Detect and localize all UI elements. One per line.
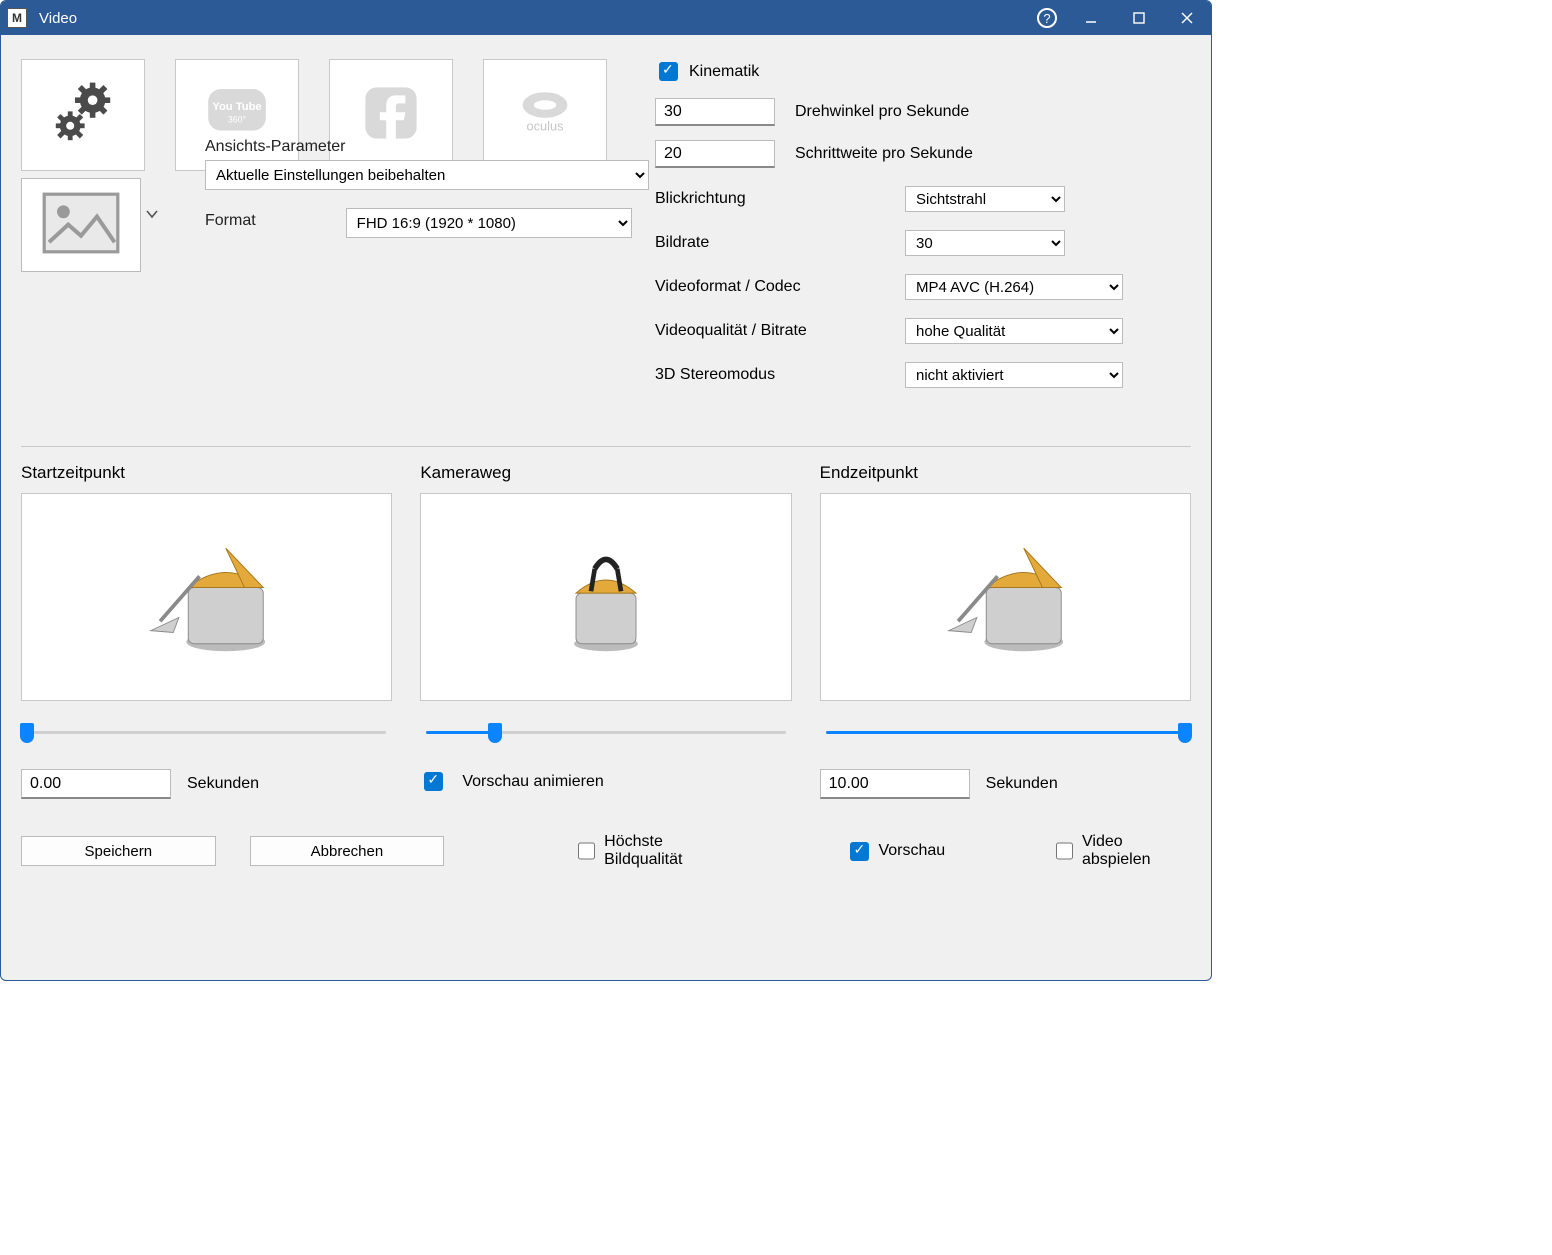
- image-placeholder-icon: [41, 191, 121, 260]
- divider: [21, 446, 1191, 447]
- end-preview: [820, 493, 1191, 701]
- timeline-end: Endzeitpunkt: [820, 463, 1191, 799]
- start-preview: [21, 493, 392, 701]
- save-button[interactable]: Speichern: [21, 836, 216, 866]
- model-side-icon: [910, 520, 1100, 675]
- model-side-icon: [112, 520, 302, 675]
- cancel-button[interactable]: Abbrechen: [250, 836, 445, 866]
- timeline-camera: Kameraweg: [420, 463, 791, 799]
- start-slider[interactable]: [21, 719, 392, 745]
- timeline: Startzeitpunkt: [21, 463, 1191, 799]
- preview-checkbox[interactable]: [850, 842, 869, 861]
- view-params-select[interactable]: Aktuelle Einstellungen beibehalten: [205, 160, 649, 190]
- footer: Speichern Abbrechen Höchste Bildqualität…: [21, 833, 1191, 869]
- start-time-input[interactable]: [21, 769, 171, 799]
- best-quality-label: Höchste Bildqualität: [604, 833, 740, 869]
- app-icon: M: [7, 8, 27, 28]
- preview-animate-label: Vorschau animieren: [462, 773, 603, 791]
- angle-label: Drehwinkel pro Sekunde: [795, 103, 969, 121]
- preview-animate-checkbox[interactable]: [424, 772, 443, 791]
- minimize-button[interactable]: [1067, 1, 1115, 35]
- end-unit: Sekunden: [986, 775, 1058, 793]
- play-video-checkbox[interactable]: [1056, 842, 1073, 860]
- kinematik-checkbox[interactable]: [659, 62, 678, 81]
- view-params-label: Ansichts-Parameter: [205, 138, 649, 156]
- help-icon[interactable]: ?: [1037, 8, 1057, 28]
- timeline-start: Startzeitpunkt: [21, 463, 392, 799]
- maximize-button[interactable]: [1115, 1, 1163, 35]
- end-slider[interactable]: [820, 719, 1191, 745]
- model-front-icon: [511, 520, 701, 675]
- angle-input[interactable]: [655, 98, 775, 126]
- best-quality-checkbox[interactable]: [578, 842, 595, 860]
- camera-slider[interactable]: [420, 719, 791, 745]
- format-select[interactable]: FHD 16:9 (1920 * 1080): [346, 208, 632, 238]
- titlebar: M Video ?: [1, 1, 1211, 35]
- camera-title: Kameraweg: [420, 463, 791, 483]
- start-unit: Sekunden: [187, 775, 259, 793]
- start-title: Startzeitpunkt: [21, 463, 392, 483]
- chevron-down-icon[interactable]: [145, 206, 159, 224]
- camera-preview: [420, 493, 791, 701]
- svg-text:360°: 360°: [228, 114, 246, 124]
- window-title: Video: [39, 10, 77, 27]
- end-title: Endzeitpunkt: [820, 463, 1191, 483]
- content: You Tube 360°: [1, 35, 1211, 980]
- format-label: Format: [205, 212, 256, 230]
- kinematik-row: Kinematik: [655, 59, 1123, 84]
- svg-text:You Tube: You Tube: [212, 100, 261, 112]
- image-placeholder-button[interactable]: [21, 178, 141, 272]
- window: M Video ?: [0, 0, 1212, 981]
- end-time-input[interactable]: [820, 769, 970, 799]
- close-button[interactable]: [1163, 1, 1211, 35]
- kinematik-label: Kinematik: [689, 63, 759, 81]
- svg-text:oculus: oculus: [527, 118, 564, 133]
- play-video-label: Video abspielen: [1082, 833, 1191, 869]
- preview-label: Vorschau: [878, 842, 945, 860]
